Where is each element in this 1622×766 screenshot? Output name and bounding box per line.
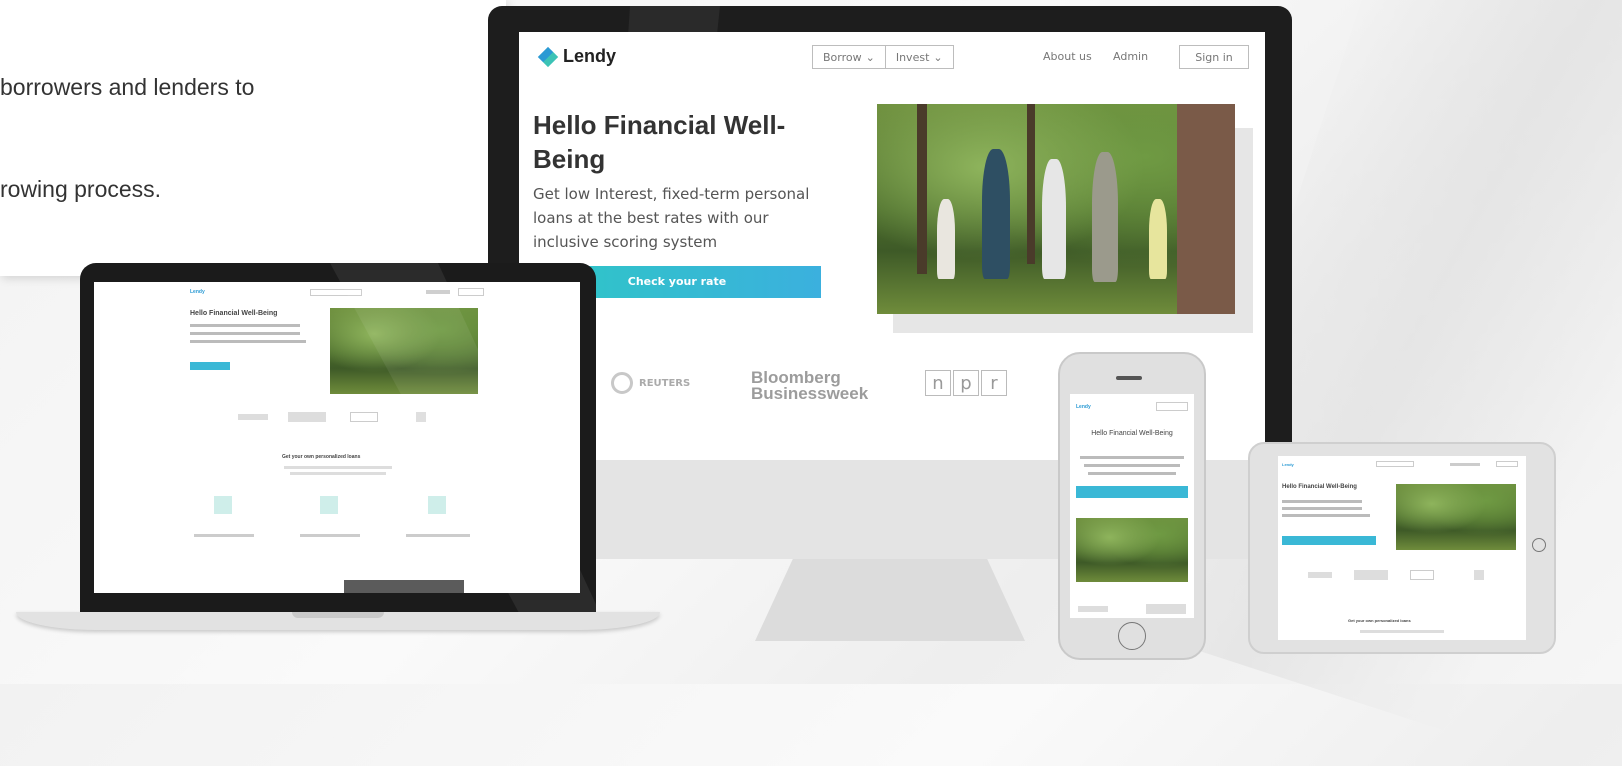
phone-menu-button xyxy=(1156,402,1188,411)
laptop-notch xyxy=(292,612,384,618)
tablet-hero-photo xyxy=(1396,484,1516,550)
brand-name: Lendy xyxy=(563,46,617,66)
intro-text-card: borrowers and lenders to rowing process. xyxy=(0,0,506,276)
phone-hero-photo xyxy=(1076,518,1188,582)
reuters-logo: REUTERS xyxy=(611,372,690,394)
site-header: Lendy Borrow ⌄ Invest ⌄ About us Admin S… xyxy=(519,32,1265,84)
invest-label: Invest xyxy=(895,50,930,64)
bloomberg-logo: Bloomberg Businessweek xyxy=(751,369,869,403)
npr-letter-n: n xyxy=(925,370,951,396)
tablet-cta xyxy=(1282,536,1376,545)
borrow-label: Borrow xyxy=(823,50,862,64)
phone-brand: Lendy xyxy=(1076,404,1091,410)
laptop-brand: Lendy xyxy=(190,289,205,295)
hero-subtitle: Get low Interest, fixed-term personal lo… xyxy=(533,185,810,251)
phone-site-preview: Lendy Hello Financial Well-Being xyxy=(1070,394,1194,618)
tablet-hero-title: Hello Financial Well-Being xyxy=(1282,484,1357,490)
chevron-down-icon: ⌄ xyxy=(933,50,943,64)
lendy-logo-icon xyxy=(537,46,559,67)
hero-family-photo xyxy=(877,104,1235,314)
laptop-hero-sub xyxy=(190,324,300,327)
phone-screen: Lendy Hello Financial Well-Being xyxy=(1070,394,1194,618)
tablet-brand: Lendy xyxy=(1282,462,1294,467)
tablet-section-title: Get your own personalized loans xyxy=(1348,618,1411,623)
laptop-cta xyxy=(190,362,230,370)
sign-in-button[interactable]: Sign in xyxy=(1179,45,1249,69)
invest-dropdown[interactable]: Invest ⌄ xyxy=(885,45,954,69)
npr-letter-p: p xyxy=(953,370,979,396)
reuters-label: REUTERS xyxy=(639,377,691,389)
laptop-section-title: Get your own personalized loans xyxy=(282,454,361,460)
phone-speaker xyxy=(1116,376,1142,380)
nav-dropdown-group: Borrow ⌄ Invest ⌄ xyxy=(812,45,954,69)
npr-logo: n p r xyxy=(925,370,1007,396)
laptop-feature-icon-1 xyxy=(214,496,232,514)
npr-letter-r: r xyxy=(981,370,1007,396)
brand-logo[interactable]: Lendy xyxy=(537,46,617,67)
hero-title: Hello Financial Well-Being xyxy=(533,110,786,174)
intro-text-line-2: rowing process. xyxy=(0,176,162,202)
borrow-dropdown[interactable]: Borrow ⌄ xyxy=(812,45,886,69)
bloomberg-line-2: Businessweek xyxy=(751,384,869,403)
tablet-home-button xyxy=(1532,538,1546,552)
reuters-ring-icon xyxy=(611,372,633,394)
about-us-link[interactable]: About us xyxy=(1043,50,1092,63)
laptop-feature-icon-2 xyxy=(320,496,338,514)
chevron-down-icon: ⌄ xyxy=(865,50,875,64)
phone-cta xyxy=(1076,486,1188,498)
monitor-stand xyxy=(755,559,1025,641)
phone-home-button xyxy=(1118,622,1146,650)
phone-hero-title: Hello Financial Well-Being xyxy=(1091,430,1173,437)
laptop-hero-title: Hello Financial Well-Being xyxy=(190,310,278,317)
laptop-feature-icon-3 xyxy=(428,496,446,514)
laptop-sign-in xyxy=(458,288,484,296)
intro-text-line-1: borrowers and lenders to xyxy=(0,74,255,100)
tablet-site-preview: Lendy Hello Financial Well-Being Get you… xyxy=(1278,456,1526,640)
admin-link[interactable]: Admin xyxy=(1113,50,1148,63)
tablet-screen: Lendy Hello Financial Well-Being Get you… xyxy=(1278,456,1526,640)
laptop-press-row xyxy=(238,414,268,420)
